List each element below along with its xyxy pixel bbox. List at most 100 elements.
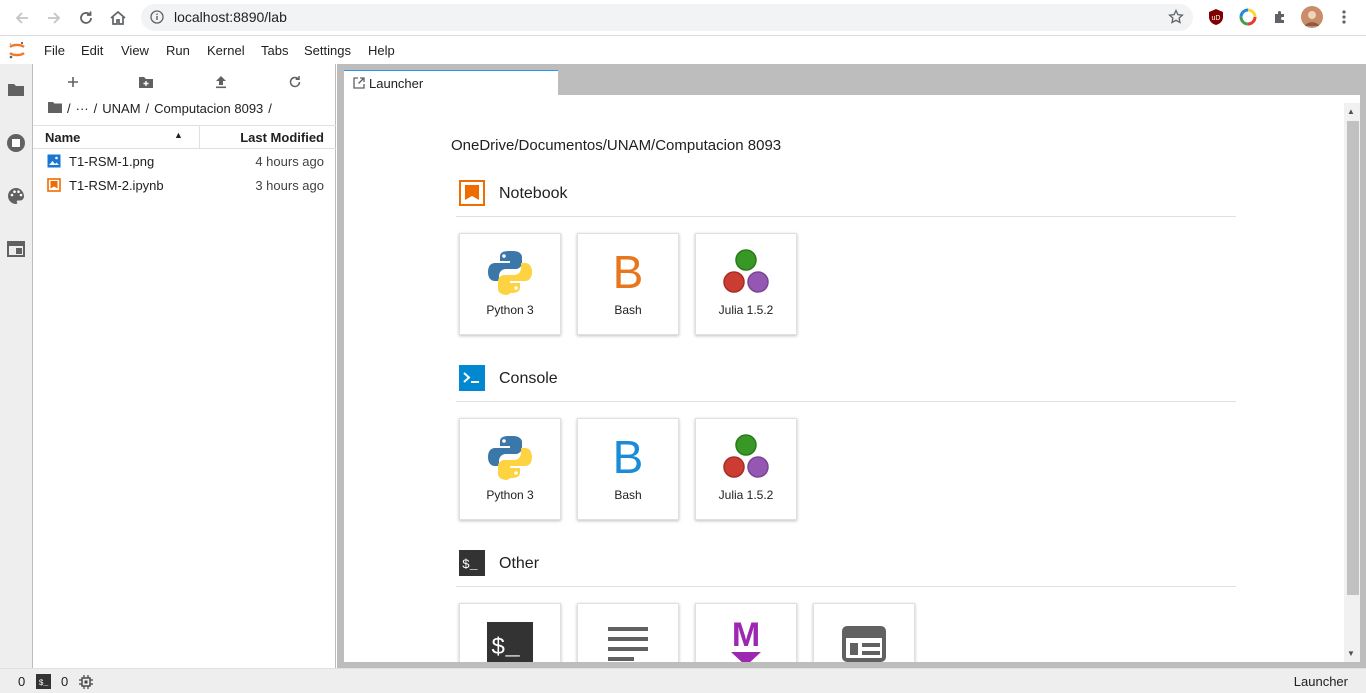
notebook-bash-card[interactable]: B Bash [577, 233, 679, 335]
file-list-header: Name ▲ Last Modified [33, 125, 336, 149]
bookmark-star-icon[interactable] [1168, 8, 1184, 30]
site-info-icon[interactable] [150, 10, 164, 29]
launcher-panel: OneDrive/Documentos/UNAM/Computacion 809… [344, 103, 1360, 662]
menu-edit[interactable]: Edit [81, 43, 103, 58]
file-modified: 4 hours ago [255, 154, 324, 169]
menu-kernel[interactable]: Kernel [207, 43, 245, 58]
tabs-icon[interactable] [6, 239, 26, 259]
column-last-modified[interactable]: Last Modified [240, 130, 324, 145]
file-name: T1-RSM-2.ipynb [69, 178, 164, 193]
console-bash-card[interactable]: B Bash [577, 418, 679, 520]
notebook-section-title: Notebook [499, 185, 568, 202]
menu-help[interactable]: Help [368, 43, 395, 58]
breadcrumb-unam[interactable]: UNAM [102, 101, 140, 116]
launcher-tab-icon [353, 77, 365, 92]
upload-icon[interactable] [212, 73, 230, 91]
folder-icon[interactable] [6, 80, 26, 100]
launcher-scrollbar[interactable]: ▲ ▼ [1344, 103, 1360, 662]
breadcrumb-sep: / [145, 101, 150, 116]
markdown-icon: M [696, 614, 796, 662]
terminal-count[interactable]: 0 [18, 674, 25, 689]
bash-letter: B [612, 246, 644, 298]
file-modified: 3 hours ago [255, 178, 324, 193]
kernel-label: Julia 1.5.2 [718, 303, 774, 317]
back-icon[interactable] [10, 6, 34, 30]
scroll-down-icon[interactable]: ▼ [1347, 649, 1355, 658]
address-bar[interactable]: localhost:8890/lab [141, 4, 1193, 31]
menu-tabs[interactable]: Tabs [261, 43, 288, 58]
home-icon[interactable] [106, 6, 130, 30]
contextual-help-icon [814, 616, 914, 662]
launcher-cwd: OneDrive/Documentos/UNAM/Computacion 809… [451, 137, 782, 154]
new-folder-icon[interactable] [137, 73, 155, 91]
console-julia-card[interactable]: Julia 1.5.2 [695, 418, 797, 520]
menu-file[interactable]: File [44, 43, 65, 58]
section-divider [456, 586, 1236, 587]
breadcrumb: / ··· / UNAM / Computacion 8093 / [48, 101, 272, 116]
notebook-julia-card[interactable]: Julia 1.5.2 [695, 233, 797, 335]
section-divider [456, 216, 1236, 217]
console-section-icon [459, 365, 485, 391]
breadcrumb-sep: / [67, 101, 71, 116]
notebook-file-icon [47, 178, 61, 192]
menu-view[interactable]: View [121, 43, 149, 58]
contextual-help-card[interactable] [813, 603, 915, 662]
sort-caret-icon: ▲ [174, 130, 183, 140]
file-browser: / ··· / UNAM / Computacion 8093 / Name ▲… [33, 64, 336, 668]
section-divider [456, 401, 1236, 402]
main-dock-area: Launcher OneDrive/Documentos/UNAM/Comput… [337, 64, 1366, 668]
bash-logo-icon: B [578, 429, 678, 485]
tab-content-top [344, 95, 1360, 103]
menu-settings[interactable]: Settings [304, 43, 351, 58]
kernel-label: Julia 1.5.2 [718, 488, 774, 502]
scrollbar-thumb[interactable] [1347, 121, 1359, 595]
palette-icon[interactable] [6, 186, 26, 206]
markdown-file-card[interactable]: M [695, 603, 797, 662]
left-sidebar [0, 64, 33, 668]
python-logo-icon [460, 244, 560, 300]
refresh-icon[interactable] [286, 73, 304, 91]
running-sessions-icon[interactable] [6, 133, 26, 153]
file-name: T1-RSM-1.png [69, 154, 155, 169]
extensions-puzzle-icon[interactable] [1270, 7, 1290, 27]
console-python3-card[interactable]: Python 3 [459, 418, 561, 520]
column-divider [199, 126, 200, 148]
list-item[interactable]: T1-RSM-1.png 4 hours ago [33, 150, 336, 174]
forward-icon[interactable] [42, 6, 66, 30]
column-name[interactable]: Name [45, 130, 80, 145]
home-folder-icon[interactable] [48, 101, 62, 116]
breadcrumb-sep: / [93, 101, 98, 116]
new-launcher-icon[interactable] [64, 73, 82, 91]
julia-logo-icon [696, 244, 796, 300]
kernel-label: Python 3 [486, 303, 534, 317]
text-file-card[interactable] [577, 603, 679, 662]
svg-text:uD: uD [1212, 15, 1221, 22]
bash-logo-icon: B [578, 244, 678, 300]
svg-text:$_: $_ [491, 635, 520, 662]
list-item[interactable]: T1-RSM-2.ipynb 3 hours ago [33, 174, 336, 198]
console-section-title: Console [499, 370, 558, 387]
bash-letter: B [612, 431, 644, 483]
other-section-title: Other [499, 555, 540, 572]
breadcrumb-computacion[interactable]: Computacion 8093 [154, 101, 263, 116]
kernel-count[interactable]: 0 [61, 674, 68, 689]
kernel-label: Python 3 [486, 488, 534, 502]
terminal-card[interactable]: $_ [459, 603, 561, 662]
notebook-python3-card[interactable]: Python 3 [459, 233, 561, 335]
avatar[interactable] [1301, 6, 1323, 28]
breadcrumb-ellipsis[interactable]: ··· [76, 101, 89, 116]
reload-icon[interactable] [74, 6, 98, 30]
image-file-icon [47, 154, 61, 168]
tab-launcher[interactable]: Launcher [344, 70, 558, 96]
jupyter-logo [7, 40, 27, 65]
menu-run[interactable]: Run [166, 43, 190, 58]
ublock-icon[interactable]: uD [1206, 7, 1226, 27]
status-activity: Launcher [1293, 674, 1348, 689]
browser-menu-icon[interactable] [1334, 7, 1354, 27]
status-bar: 0 $_ 0 Launcher [0, 668, 1366, 693]
color-extension-icon[interactable] [1238, 7, 1258, 27]
url-text: localhost:8890/lab [174, 9, 287, 25]
svg-text:$_: $_ [462, 557, 478, 572]
kernel-chip-icon [79, 675, 93, 692]
scroll-up-icon[interactable]: ▲ [1347, 107, 1355, 116]
